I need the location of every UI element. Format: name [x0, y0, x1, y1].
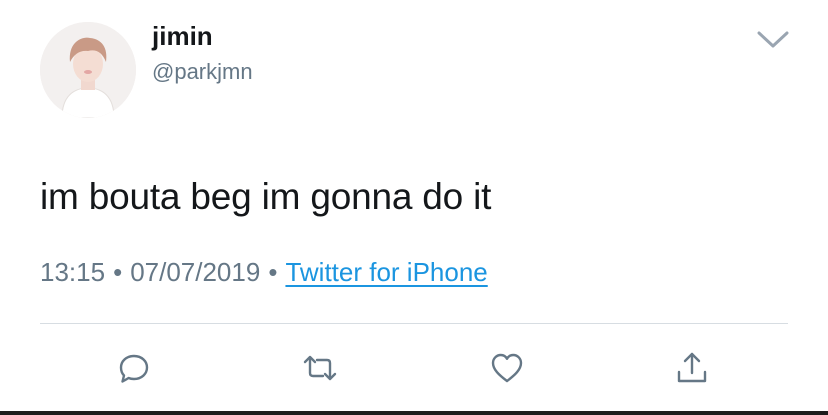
separator-dot: •	[113, 257, 123, 287]
tweet-card: jimin @parkjmn im bouta beg im gonna do …	[0, 0, 828, 415]
tweet-text: im bouta beg im gonna do it	[40, 176, 492, 217]
tweet-menu-button[interactable]	[755, 28, 791, 52]
source-link[interactable]: Twitter for iPhone	[285, 257, 487, 287]
share-button[interactable]	[674, 350, 710, 386]
divider	[40, 323, 788, 324]
retweet-button[interactable]	[302, 350, 338, 386]
heart-icon	[491, 353, 523, 383]
tweet-meta: 13:15 • 07/07/2019 • Twitter for iPhone	[40, 252, 488, 292]
avatar[interactable]	[40, 22, 136, 118]
separator-dot: •	[268, 257, 278, 287]
reply-icon	[119, 354, 149, 383]
tweet-date: 07/07/2019	[130, 257, 261, 287]
share-icon	[677, 352, 707, 383]
chevron-down-icon	[757, 31, 789, 48]
user-handle[interactable]: @parkjmn	[152, 58, 253, 86]
reply-button[interactable]	[116, 350, 152, 386]
profile-photo-icon	[40, 22, 136, 118]
retweet-icon	[303, 355, 337, 381]
tweet-time: 13:15	[40, 257, 106, 287]
like-button[interactable]	[489, 350, 525, 386]
display-name[interactable]: jimin	[152, 20, 213, 52]
bottom-border	[0, 411, 828, 415]
